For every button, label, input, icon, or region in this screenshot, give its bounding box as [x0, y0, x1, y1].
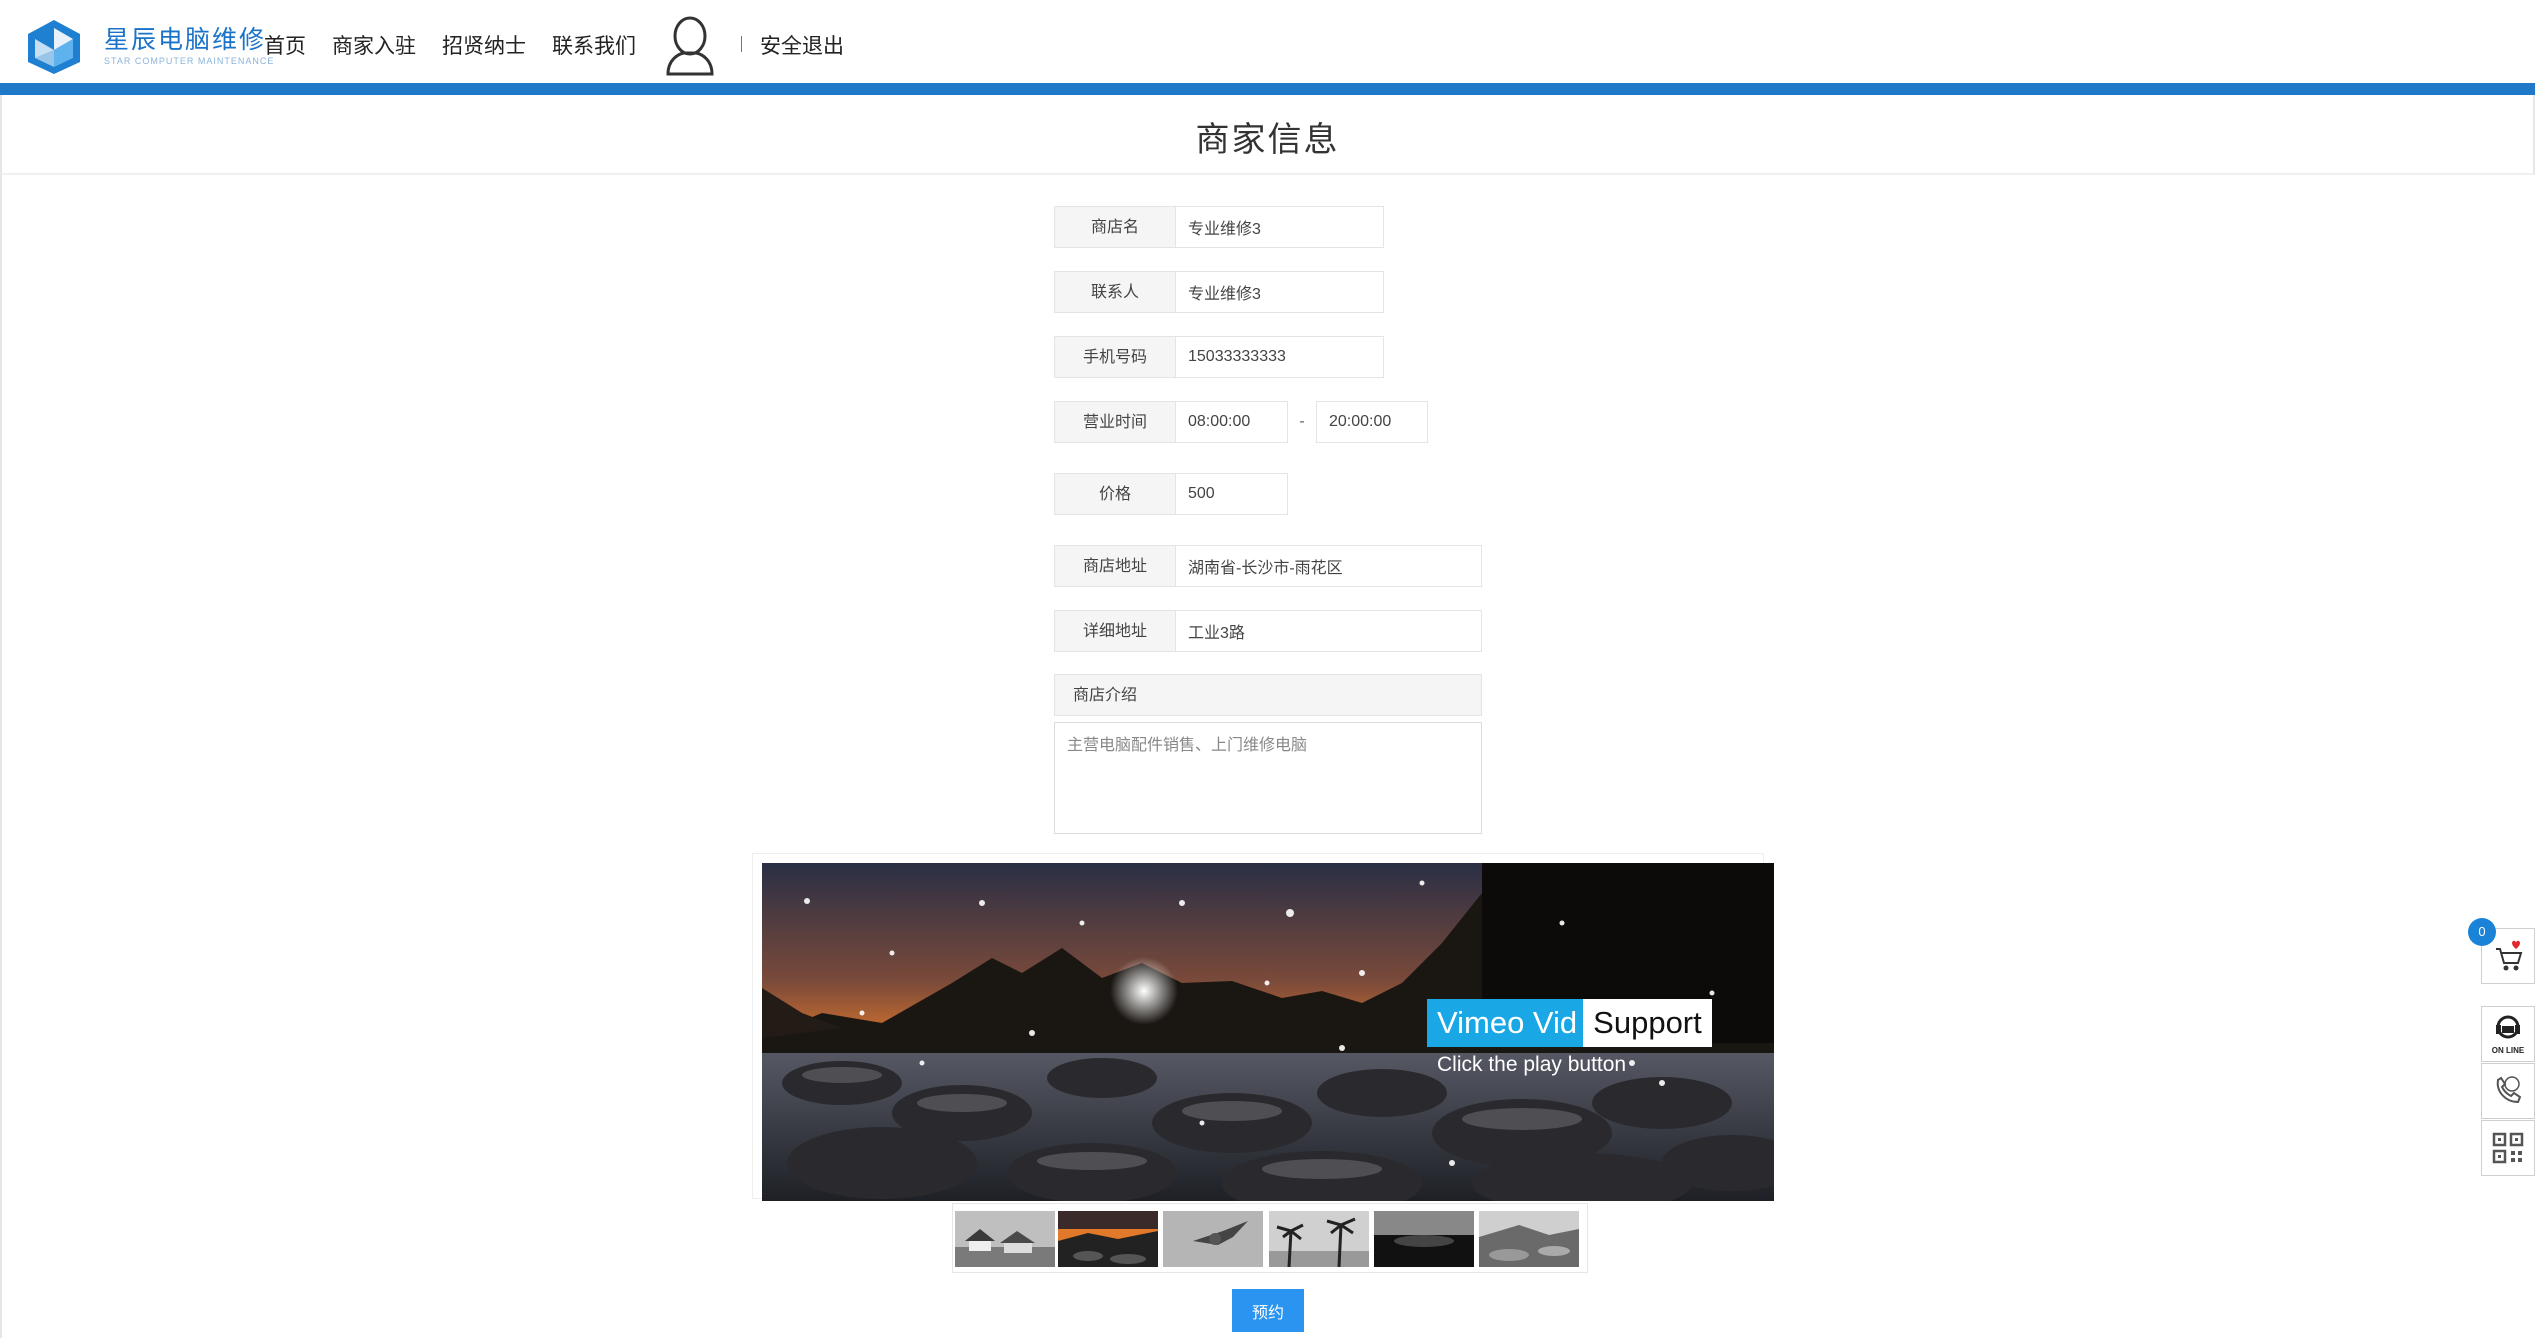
hours-label: 营业时间: [1054, 401, 1176, 443]
main-nav: 首页 商家入驻 招贤纳士 联系我们: [264, 30, 636, 60]
nav-merchant-join[interactable]: 商家入驻: [332, 30, 416, 60]
caption-rest: Support: [1583, 999, 1712, 1047]
price-label: 价格: [1054, 473, 1176, 515]
site-logo[interactable]: 星辰电脑维修 STAR COMPUTER MAINTENANCE: [24, 16, 273, 76]
address-row: 商店地址: [1054, 545, 1482, 587]
detail-address-input[interactable]: [1176, 610, 1482, 652]
hours-end-input[interactable]: [1316, 401, 1428, 443]
shop-name-row: 商店名: [1054, 206, 1384, 248]
slide-caption-subtitle: Click the play button: [1437, 1053, 1627, 1076]
phone-row: 手机号码: [1054, 336, 1384, 378]
thumbnail-3[interactable]: [1163, 1211, 1263, 1267]
contact-row: 联系人: [1054, 271, 1384, 313]
price-input[interactable]: [1176, 473, 1288, 515]
header-accent-bar: [0, 83, 2535, 95]
logo-subtext: STAR COMPUTER MAINTENANCE: [104, 56, 275, 66]
detail-address-label: 详细地址: [1054, 610, 1176, 652]
contact-input[interactable]: [1176, 271, 1384, 313]
phone-label: 手机号码: [1054, 336, 1176, 378]
logo-icon: [28, 20, 80, 74]
page-title: 商家信息: [1195, 121, 1340, 159]
qr-code-icon: [2492, 1132, 2524, 1164]
slide-caption-title: Vimeo Vid Support: [1427, 999, 1712, 1047]
hours-separator: -: [1299, 413, 1305, 430]
caption-highlight: Vimeo Vid: [1427, 999, 1584, 1047]
hours-start-input[interactable]: [1176, 401, 1288, 443]
logout-link[interactable]: 安全退出: [760, 30, 844, 60]
thumbnail-5[interactable]: [1374, 1211, 1474, 1267]
nav-home[interactable]: 首页: [264, 30, 306, 60]
book-button[interactable]: 预约: [1232, 1289, 1304, 1332]
logo-text: 星辰电脑维修: [104, 26, 267, 54]
phone-button[interactable]: [2481, 1063, 2535, 1119]
price-row: 价格: [1054, 473, 1288, 515]
phone-icon: [2496, 1076, 2522, 1104]
shop-name-input[interactable]: [1176, 206, 1384, 248]
nav-recruit[interactable]: 招贤纳士: [442, 30, 526, 60]
user-avatar-icon[interactable]: [662, 14, 718, 78]
header-divider: [741, 36, 742, 52]
thumbnail-4[interactable]: [1269, 1211, 1369, 1267]
nav-contact[interactable]: 联系我们: [552, 30, 636, 60]
intro-textarea[interactable]: 主营电脑配件销售、上门维修电脑: [1054, 722, 1482, 834]
intro-label: 商店介绍: [1054, 674, 1482, 716]
site-header: 星辰电脑维修 STAR COMPUTER MAINTENANCE 首页 商家入驻…: [0, 0, 2535, 83]
contact-label: 联系人: [1054, 271, 1176, 313]
thumbnail-6[interactable]: [1479, 1211, 1579, 1267]
address-input[interactable]: [1176, 545, 1482, 587]
page-left-border: [0, 175, 2, 1338]
thumbnail-2[interactable]: [1058, 1211, 1158, 1267]
phone-input[interactable]: [1176, 336, 1384, 378]
online-service-icon: ON LINE: [2492, 1015, 2525, 1055]
qr-code-button[interactable]: [2481, 1120, 2535, 1176]
online-text: ON LINE: [2492, 1046, 2525, 1055]
thumbnail-1[interactable]: [955, 1211, 1055, 1267]
shop-name-label: 商店名: [1054, 206, 1176, 248]
online-service-button[interactable]: ON LINE: [2481, 1006, 2535, 1062]
hours-row: 营业时间 -: [1054, 401, 1428, 443]
detail-address-row: 详细地址: [1054, 610, 1482, 652]
cart-count-badge: 0: [2468, 918, 2496, 946]
address-label: 商店地址: [1054, 545, 1176, 587]
